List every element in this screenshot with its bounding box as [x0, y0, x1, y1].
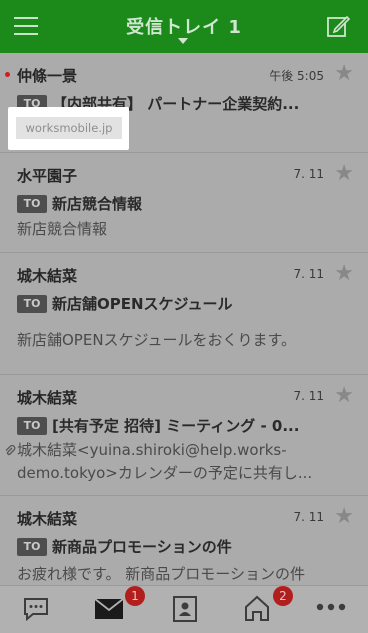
- tab-home[interactable]: 2: [229, 586, 293, 633]
- home-count-badge: 2: [273, 586, 293, 606]
- tab-more[interactable]: [303, 586, 359, 633]
- mail-sender: 城木結菜: [17, 510, 78, 528]
- contacts-icon: [173, 596, 197, 622]
- mail-subject-row: TO [共有予定 招待] ミーティング - 0...: [17, 415, 347, 437]
- star-icon[interactable]: ★: [334, 63, 354, 85]
- to-badge: TO: [17, 416, 47, 435]
- mail-count-badge: 1: [125, 586, 145, 606]
- mail-preview: 城木結菜<yuina.shiroki@help.works- demo.toky…: [17, 439, 353, 485]
- mail-sender: 城木結菜: [17, 389, 78, 407]
- tab-talk[interactable]: [8, 586, 64, 633]
- mail-item[interactable]: 城木結菜 7. 11 ★ TO 新商品プロモーションの件 お疲れ様です。 新商品プ…: [0, 496, 368, 585]
- star-icon[interactable]: ★: [334, 163, 354, 185]
- mail-date: 7. 11: [293, 389, 324, 403]
- mail-preview: 新店競合情報: [17, 220, 108, 238]
- to-badge: TO: [17, 194, 47, 213]
- mail-subject: [共有予定 招待] ミーティング - 0...: [52, 417, 300, 435]
- mail-sender: 水平園子: [17, 167, 78, 185]
- mail-item[interactable]: 水平園子 7. 11 ★ TO 新店競合情報 新店競合情報: [0, 153, 368, 253]
- mail-item[interactable]: 城木結菜 7. 11 ★ TO [共有予定 招待] ミーティング - 0... 城…: [0, 375, 368, 496]
- mail-preview: お疲れ様です。 新商品プロモーションの件: [17, 565, 305, 583]
- unread-indicator: [5, 72, 10, 77]
- compose-icon[interactable]: [326, 14, 350, 38]
- mail-sender: 城木結菜: [17, 267, 78, 285]
- mail-subject-row: TO 新商品プロモーションの件: [17, 536, 347, 558]
- star-icon[interactable]: ★: [334, 385, 354, 407]
- mailbox-title[interactable]: 受信トレイ 1: [0, 13, 368, 39]
- mail-preview-line: demo.tokyo>カレンダーの予定に共有し...: [17, 464, 313, 482]
- mail-date: 7. 11: [293, 167, 324, 181]
- tab-mail[interactable]: 1: [81, 586, 145, 633]
- chat-icon: [24, 598, 48, 622]
- mail-sender: 仲條一景: [17, 67, 78, 85]
- mail-item[interactable]: 城木結菜 7. 11 ★ TO 新店舗OPENスケジュール 新店舗OPENスケジュ…: [0, 253, 368, 375]
- bottom-tab-bar: 1 2: [0, 585, 368, 633]
- app-header: 受信トレイ 1: [0, 0, 368, 53]
- mail-subject-row: TO 新店舗OPENスケジュール: [17, 293, 347, 315]
- star-icon[interactable]: ★: [334, 506, 354, 528]
- mail-date: 午後 5:05: [269, 69, 324, 83]
- mail-date: 7. 11: [293, 510, 324, 524]
- attachment-icon: [5, 445, 16, 456]
- mail-subject-row: TO 新店競合情報: [17, 193, 347, 215]
- mail-subject: 新商品プロモーションの件: [52, 538, 232, 556]
- more-icon: [316, 603, 346, 611]
- mail-date: 7. 11: [293, 267, 324, 281]
- mail-icon: [94, 598, 124, 619]
- home-icon: [245, 595, 269, 621]
- tab-contacts[interactable]: [157, 586, 213, 633]
- mail-preview: 新店舗OPENスケジュールをおくります。: [17, 331, 297, 349]
- mail-subject: 新店舗OPENスケジュール: [52, 295, 233, 313]
- domain-tooltip-text: worksmobile.jp: [16, 117, 122, 139]
- mail-preview-line: 城木結菜<yuina.shiroki@help.works-: [17, 441, 287, 459]
- mail-subject: 新店競合情報: [52, 195, 143, 213]
- domain-tooltip: worksmobile.jp: [8, 107, 129, 150]
- to-badge: TO: [17, 537, 47, 556]
- chevron-down-icon: [178, 38, 188, 44]
- to-badge: TO: [17, 294, 47, 313]
- star-icon[interactable]: ★: [334, 263, 354, 285]
